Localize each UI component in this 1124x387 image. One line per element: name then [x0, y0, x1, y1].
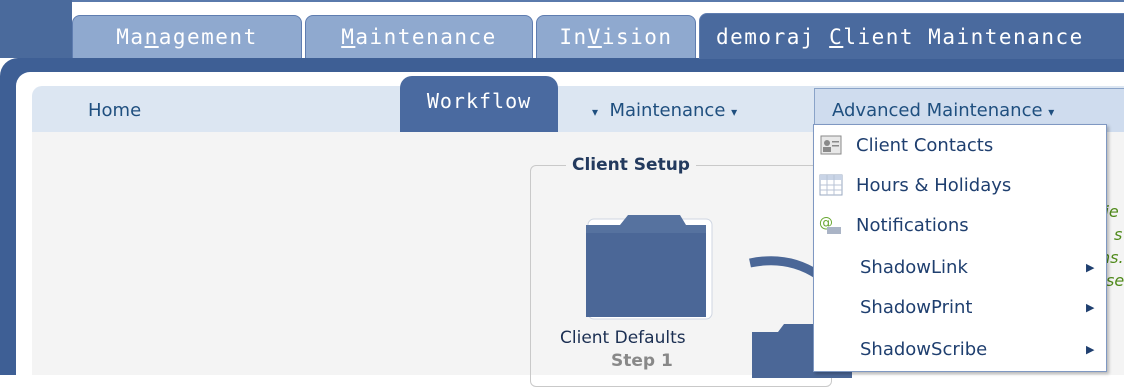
- menu-item-label: ShadowScribe: [860, 338, 988, 360]
- notification-icon: @: [818, 212, 844, 238]
- menu-item-label: ShadowPrint: [860, 296, 973, 318]
- tab-invision-label: InVision: [559, 25, 673, 49]
- frame-corner: [0, 0, 72, 58]
- menu-item-label: Client Contacts: [856, 134, 994, 156]
- subnav-workflow-label: Workflow: [426, 89, 532, 113]
- contacts-icon: [818, 132, 844, 158]
- menu-item-label: Notifications: [856, 214, 969, 236]
- tab-client-maintenance-label: demoraj Client Maintenance: [716, 24, 1084, 49]
- subnav-maintenance-label: Maintenance: [609, 100, 726, 121]
- advanced-maintenance-dropdown: Client Contacts Hours & Holidays @ Notif…: [813, 124, 1107, 372]
- menu-item-hours-holidays[interactable]: Hours & Holidays: [814, 165, 1106, 205]
- submenu-arrow-icon: ▶: [1086, 342, 1095, 356]
- menu-item-shadowscribe[interactable]: ShadowScribe ▶: [814, 329, 1106, 369]
- submenu-arrow-icon: ▶: [1086, 300, 1095, 314]
- menu-item-client-contacts[interactable]: Client Contacts: [814, 125, 1106, 165]
- subnav-workflow[interactable]: Workflow: [400, 76, 558, 132]
- submenu-arrow-icon: ▶: [1086, 260, 1095, 274]
- tab-client-maintenance[interactable]: demoraj Client Maintenance: [699, 13, 1124, 59]
- step1-title[interactable]: Client Defaults: [560, 328, 686, 348]
- subnav-maintenance[interactable]: ▾ Maintenance ▾: [592, 100, 737, 121]
- subnav-advanced-maintenance-label: Advanced Maintenance: [832, 100, 1043, 121]
- caret-down-icon: ▾: [731, 105, 738, 119]
- folder-icon[interactable]: [580, 205, 720, 325]
- tab-management-label: Management: [116, 25, 258, 49]
- step1-subtitle: Step 1: [611, 351, 673, 371]
- caret-down-icon: ▾: [1048, 105, 1055, 119]
- tab-maintenance-label: Maintenance: [341, 25, 497, 49]
- subnav-home[interactable]: Home: [88, 100, 141, 121]
- frame-top-edge: [72, 0, 1124, 10]
- menu-item-label: ShadowLink: [860, 256, 968, 278]
- tab-maintenance[interactable]: Maintenance: [305, 15, 533, 58]
- client-setup-legend: Client Setup: [566, 155, 696, 175]
- menu-item-notifications[interactable]: @ Notifications: [814, 205, 1106, 245]
- tab-management[interactable]: Management: [72, 15, 302, 58]
- calendar-grid-icon: [818, 172, 844, 198]
- menu-item-shadowlink[interactable]: ShadowLink ▶: [814, 247, 1106, 287]
- subnav-advanced-maintenance[interactable]: Advanced Maintenance ▾: [832, 100, 1054, 121]
- menu-item-shadowprint[interactable]: ShadowPrint ▶: [814, 287, 1106, 327]
- menu-item-label: Hours & Holidays: [856, 174, 1012, 196]
- tab-invision[interactable]: InVision: [536, 15, 696, 58]
- caret-down-icon: ▾: [592, 105, 599, 119]
